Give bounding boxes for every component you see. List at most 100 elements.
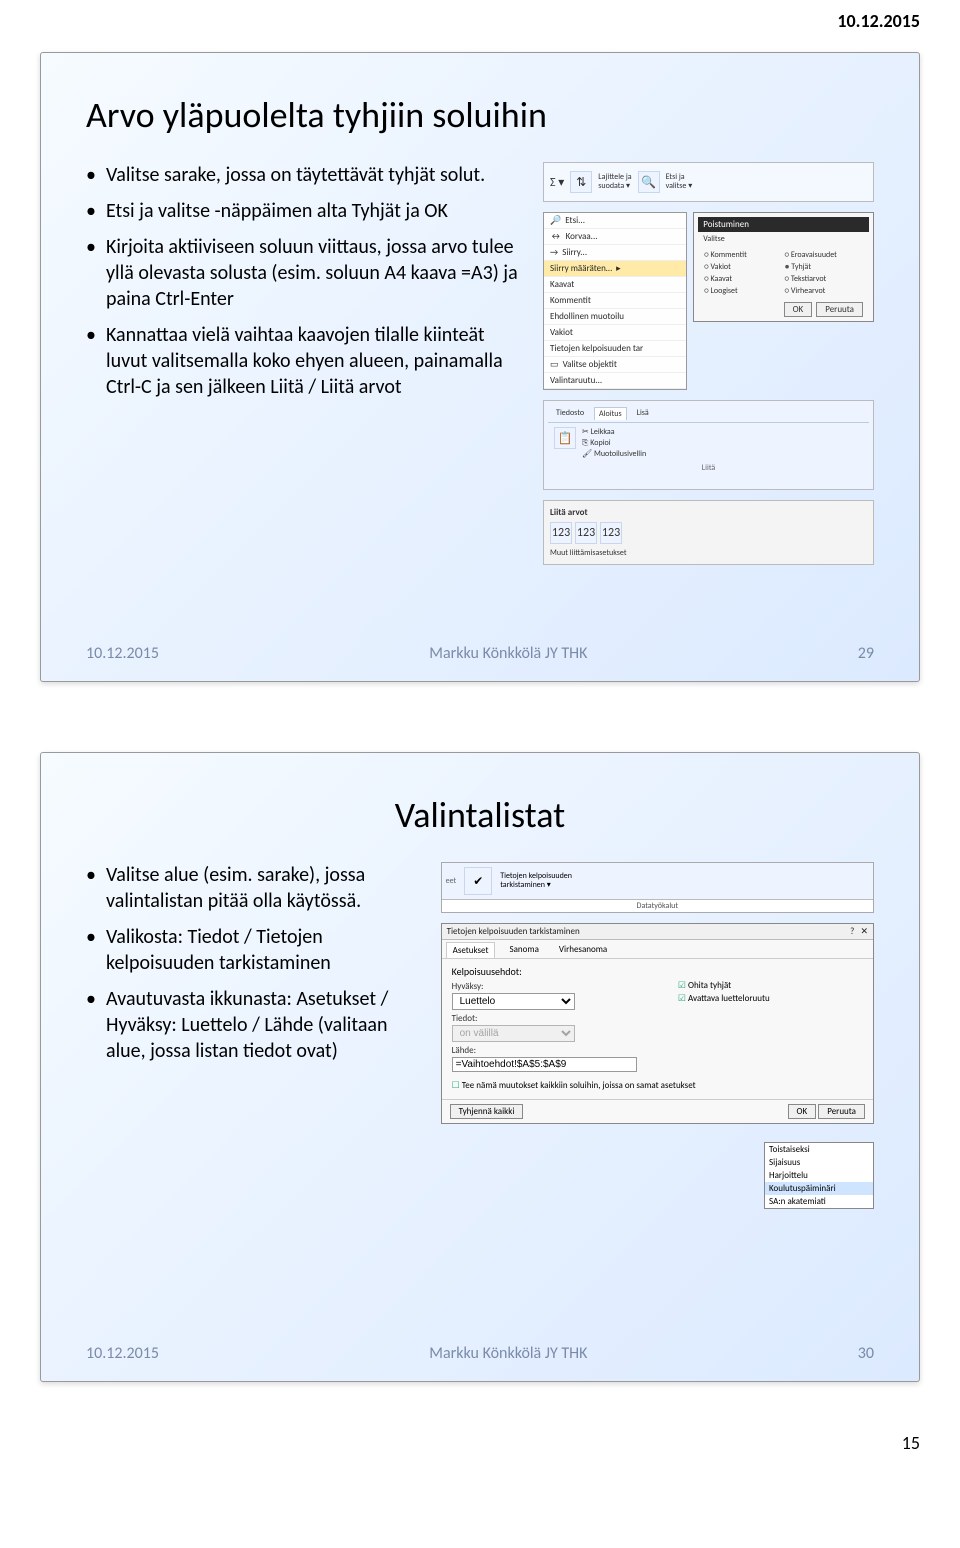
tab-message[interactable]: Sanoma: [503, 942, 544, 958]
footer-author: Markku Könkkölä JY THK: [429, 1344, 587, 1363]
list-item[interactable]: Sijaisuus: [765, 1156, 873, 1169]
slide-1-container: Arvo yläpuolelta tyhjiin soluihin Valits…: [0, 32, 960, 702]
slide2-screenshots: eet ✔ Tietojen kelpoisuudentarkistaminen…: [441, 862, 874, 1209]
find-select-icon: 🔍: [638, 171, 660, 193]
bullet: Etsi ja valitse -näppäimen alta Tyhjät j…: [86, 198, 523, 224]
paste-more-label: Muut liittämisasetukset: [548, 546, 869, 560]
slide1-screenshots: Σ ▾ ⇅ Lajittele jasuodata ▾ 🔍 Etsi javal…: [543, 162, 874, 565]
slide-2: Valintalistat Valitse alue (esim. sarake…: [40, 752, 920, 1382]
format-painter-label[interactable]: 🖌 Muotoilusivellin: [582, 449, 646, 459]
tab-home[interactable]: Aloitus: [594, 407, 627, 420]
apply-all-checkbox[interactable]: Tee nämä muutokset kaikkiin soluihin, jo…: [452, 1080, 863, 1091]
footer-author: Markku Könkkölä JY THK: [429, 644, 587, 663]
bullet: Avautuvasta ikkunasta: Asetukset / Hyväk…: [86, 986, 421, 1064]
source-label: Lähde:: [452, 1045, 658, 1056]
home-ribbon-clipboard: Tiedosto Aloitus Lisä 📋 ✂ Leikkaa ⎘ Kopi…: [543, 400, 874, 490]
radio-option[interactable]: Tekstiarvot: [785, 274, 863, 284]
bullet: Valitse alue (esim. sarake), jossa valin…: [86, 862, 421, 914]
dialog-help-close[interactable]: ? ✕: [850, 926, 868, 937]
slide1-title: Arvo yläpuolelta tyhjiin soluihin: [86, 93, 874, 137]
data-select: on välillä: [452, 1025, 576, 1042]
menu-item[interactable]: Kaavat: [544, 277, 686, 293]
slide1-bullets: Valitse sarake, jossa on täytettävät tyh…: [86, 162, 523, 565]
data-tools-group-label: Datatyökalut: [442, 900, 873, 912]
cursor-icon: ▸: [616, 263, 621, 274]
paste-values-header: Liitä arvot: [548, 505, 869, 520]
menu-item[interactable]: Valintaruutu...: [544, 373, 686, 389]
footer-date: 10.12.2015: [86, 1344, 159, 1363]
slide-2-container: Valintalistat Valitse alue (esim. sarake…: [0, 732, 960, 1402]
dialog-section: Valitse: [698, 232, 869, 246]
dialog-title: Poistuminen: [698, 217, 869, 232]
find-select-menu: 🔎Etsi... ↔Korvaa... →Siirry... Siirry mä…: [543, 212, 687, 390]
slide-number: 29: [858, 644, 874, 663]
cut-label[interactable]: ✂ Leikkaa: [582, 427, 646, 437]
menu-item[interactable]: ↔Korvaa...: [544, 229, 686, 245]
dialog-title: Tietojen kelpoisuuden tarkistaminen: [447, 926, 580, 937]
dv-label2: tarkistaminen ▾: [500, 881, 572, 890]
cell-dropdown-list[interactable]: Toistaiseksi Sijaisuus Harjoittelu Koulu…: [764, 1142, 874, 1209]
bullet: Kirjoita aktiiviseen soluun viittaus, jo…: [86, 234, 523, 312]
radio-option[interactable]: Vakiot: [704, 262, 782, 272]
menu-item[interactable]: Tietojen kelpoisuuden tar: [544, 341, 686, 357]
data-validation-icon[interactable]: ✔: [464, 867, 492, 895]
data-validation-ribbon: eet ✔ Tietojen kelpoisuudentarkistaminen…: [441, 862, 874, 913]
clear-all-button[interactable]: Tyhjennä kaikki: [450, 1104, 524, 1119]
allow-label: Hyväksy:: [452, 981, 658, 992]
menu-item[interactable]: Vakiot: [544, 325, 686, 341]
cancel-button[interactable]: Peruuta: [818, 1104, 865, 1119]
slide-1: Arvo yläpuolelta tyhjiin soluihin Valits…: [40, 52, 920, 682]
menu-item[interactable]: 🔎Etsi...: [544, 213, 686, 229]
menu-item[interactable]: Kommentit: [544, 293, 686, 309]
tab-settings[interactable]: Asetukset: [446, 942, 496, 958]
radio-option[interactable]: Kommentit: [704, 250, 782, 260]
tab-insert[interactable]: Lisä: [633, 407, 653, 420]
allow-select[interactable]: Luettelo: [452, 993, 576, 1010]
source-input[interactable]: [452, 1057, 638, 1072]
find-select-label2: valitse ▾: [666, 182, 693, 191]
slide2-title: Valintalistat: [86, 793, 874, 837]
paste-options-popout: Liitä arvot 123 123 123 Muut liittämisas…: [543, 500, 874, 565]
document-page-number: 15: [0, 1432, 960, 1474]
dropdown-checkbox[interactable]: Avattava luetteloruutu: [678, 993, 863, 1004]
menu-item-goto-special[interactable]: Siirry määräten… ▸: [544, 261, 686, 277]
paste-icon[interactable]: 📋: [554, 427, 576, 449]
radio-option[interactable]: Eroavaisuudet: [785, 250, 863, 260]
radio-option[interactable]: Kaavat: [704, 274, 782, 284]
slide2-bullets: Valitse alue (esim. sarake), jossa valin…: [86, 862, 421, 1209]
slide-number: 30: [858, 1344, 874, 1363]
radio-option-blanks[interactable]: Tyhjät: [785, 262, 863, 272]
cancel-button[interactable]: Peruuta: [816, 302, 863, 317]
menu-item[interactable]: →Siirry...: [544, 245, 686, 261]
sort-filter-label2: suodata ▾: [598, 182, 631, 191]
data-label: Tiedot:: [452, 1013, 658, 1024]
ok-button[interactable]: OK: [784, 302, 813, 317]
menu-item[interactable]: Ehdollinen muotoilu: [544, 309, 686, 325]
footer-date: 10.12.2015: [86, 644, 159, 663]
paste-values-transpose-icon[interactable]: 123: [600, 522, 622, 544]
validation-section-label: Kelpoisuusehdot:: [452, 965, 863, 978]
bullet: Kannattaa vielä vaihtaa kaavojen tilalle…: [86, 322, 523, 400]
clipboard-group-label: Liitä: [548, 463, 869, 473]
ok-button[interactable]: OK: [788, 1104, 817, 1119]
menu-item[interactable]: ▭Valitse objektit: [544, 357, 686, 373]
paste-values-format-icon[interactable]: 123: [575, 522, 597, 544]
ribbon-fragment: Σ ▾ ⇅ Lajittele jasuodata ▾ 🔍 Etsi javal…: [543, 162, 874, 202]
document-header-date: 10.12.2015: [0, 0, 960, 32]
copy-label[interactable]: ⎘ Kopioi: [582, 438, 646, 448]
data-validation-dialog: Tietojen kelpoisuuden tarkistaminen ? ✕ …: [441, 923, 874, 1124]
list-item[interactable]: Toistaiseksi: [765, 1143, 873, 1156]
radio-option[interactable]: Virhearvot: [785, 286, 863, 296]
list-item-selected[interactable]: Koulutuspäiminäri: [765, 1182, 873, 1195]
bullet: Valikosta: Tiedot / Tietojen kelpoisuude…: [86, 924, 421, 976]
bullet: Valitse sarake, jossa on täytettävät tyh…: [86, 162, 523, 188]
tab-file[interactable]: Tiedosto: [552, 407, 588, 420]
sort-icon: ⇅: [570, 171, 592, 193]
list-item[interactable]: SA:n akatemiati: [765, 1195, 873, 1208]
radio-option[interactable]: Loogiset: [704, 286, 782, 296]
ignore-blank-checkbox[interactable]: Ohita tyhjät: [678, 980, 863, 991]
tab-error[interactable]: Virhesanoma: [553, 942, 613, 958]
list-item[interactable]: Harjoittelu: [765, 1169, 873, 1182]
goto-special-dialog: Poistuminen Valitse Kommentit Eroavaisuu…: [693, 212, 874, 322]
paste-values-icon[interactable]: 123: [550, 522, 572, 544]
